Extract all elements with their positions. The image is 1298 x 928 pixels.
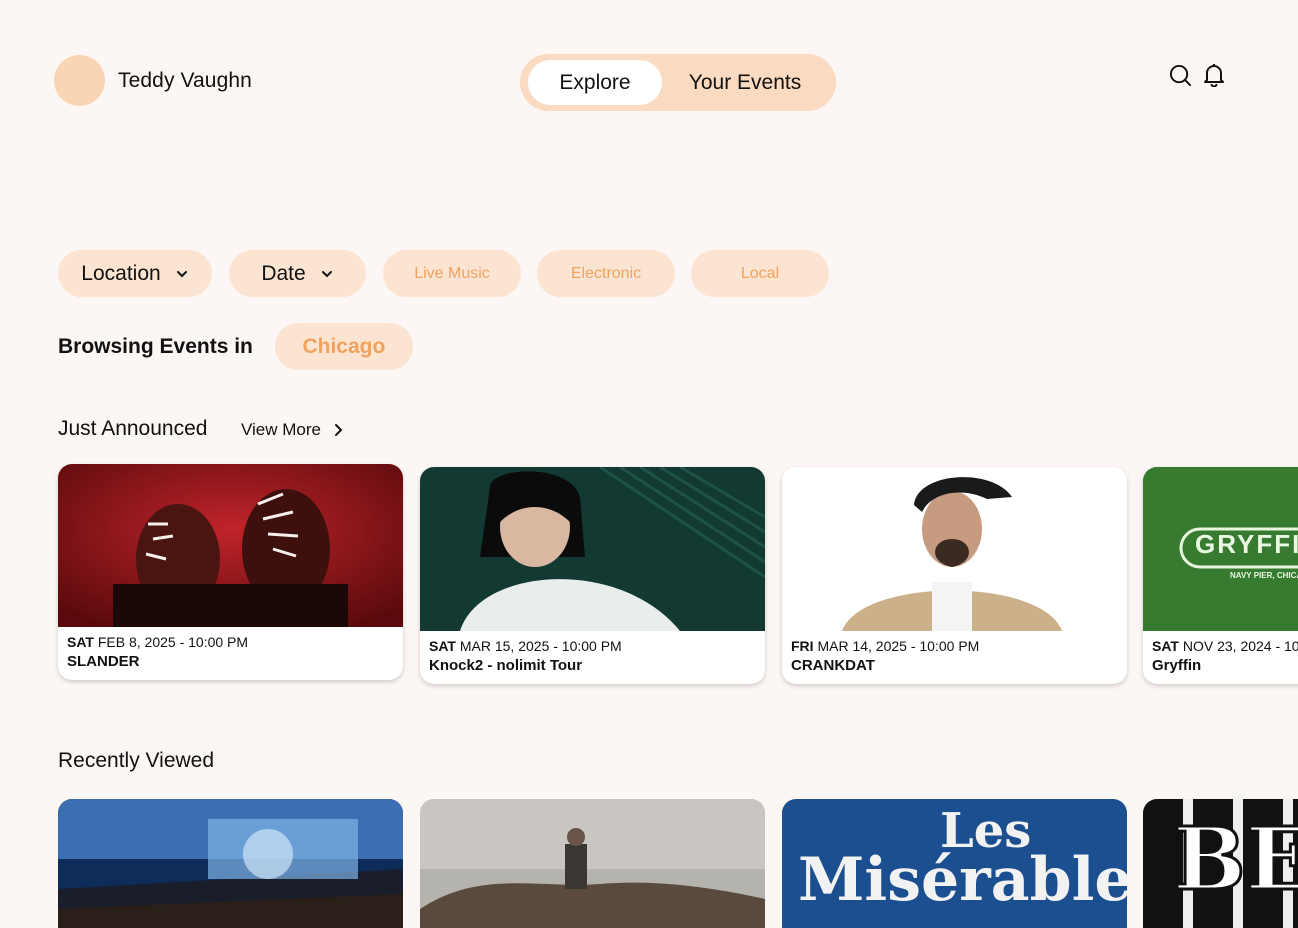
recent-event-card[interactable]: BEE — [1143, 799, 1298, 928]
date-dropdown[interactable]: Date — [229, 250, 366, 297]
poster-title: BEE — [1172, 808, 1298, 912]
avatar[interactable] — [54, 55, 105, 106]
coast-image — [420, 799, 765, 928]
view-more-label: View More — [241, 420, 321, 439]
city-selector[interactable]: Chicago — [274, 323, 413, 370]
user-profile[interactable]: Teddy Vaughn — [54, 55, 252, 106]
bell-icon[interactable] — [1202, 63, 1226, 87]
chevron-down-icon — [176, 270, 187, 277]
event-image — [782, 467, 1127, 631]
event-title: Knock2 - nolimit Tour — [429, 657, 583, 674]
section-title-just-announced: Just Announced — [58, 417, 208, 440]
event-info: FRI MAR 14, 2025 - 10:00 PM CRANKDAT — [782, 631, 1127, 684]
event-info: SAT NOV 23, 2024 - 10:00 PM Gryffin — [1143, 631, 1298, 684]
poster-title-line-2: Misérables — [798, 845, 1127, 915]
event-date: SAT NOV 23, 2024 - 10:00 PM — [1152, 638, 1298, 654]
recent-event-card[interactable]: Les Misérables — [782, 799, 1127, 928]
location-dropdown[interactable]: Location — [58, 250, 212, 297]
event-card[interactable]: GRYFFIN NAVY PIER, CHICAGO SAT NOV 23, 2… — [1143, 467, 1298, 684]
tag-local[interactable]: Local — [691, 250, 829, 297]
date-label: Date — [261, 261, 306, 285]
poster-subtitle: NAVY PIER, CHICAGO — [1230, 571, 1298, 580]
recent-event-card[interactable] — [420, 799, 765, 928]
location-label: Location — [81, 261, 161, 285]
event-image — [420, 467, 765, 631]
chevron-down-icon — [321, 270, 332, 277]
tag-electronic[interactable]: Electronic — [537, 250, 675, 297]
event-date: SAT MAR 15, 2025 - 10:00 PM — [429, 638, 622, 654]
view-toggle: Explore Your Events — [520, 54, 836, 111]
tag-live-music[interactable]: Live Music — [383, 250, 521, 297]
event-info: SAT FEB 8, 2025 - 10:00 PM SLANDER — [58, 627, 403, 680]
event-date: SAT FEB 8, 2025 - 10:00 PM — [67, 634, 249, 650]
event-title: CRANKDAT — [791, 657, 875, 674]
festival-stage-image — [58, 799, 403, 928]
section-title-recently-viewed: Recently Viewed — [58, 749, 215, 772]
browse-location: Browsing Events in Chicago — [58, 323, 413, 370]
event-info: SAT MAR 15, 2025 - 10:00 PM Knock2 - nol… — [420, 631, 765, 684]
recent-event-card[interactable] — [58, 799, 403, 928]
user-name: Teddy Vaughn — [118, 68, 252, 92]
tab-explore[interactable]: Explore — [528, 60, 662, 105]
event-title: SLANDER — [67, 653, 140, 670]
event-card[interactable]: SAT MAR 15, 2025 - 10:00 PM Knock2 - nol… — [420, 467, 765, 684]
poster-title: GRYFFIN — [1195, 529, 1298, 559]
chevron-right-icon — [335, 424, 343, 436]
tab-your-events[interactable]: Your Events — [662, 60, 828, 105]
event-date: FRI MAR 14, 2025 - 10:00 PM — [791, 638, 980, 654]
search-icon[interactable] — [1168, 63, 1192, 87]
event-card[interactable]: SAT FEB 8, 2025 - 10:00 PM SLANDER — [58, 464, 403, 680]
event-image: GRYFFIN NAVY PIER, CHICAGO — [1143, 467, 1298, 631]
event-title: Gryffin — [1152, 657, 1202, 674]
browse-label: Browsing Events in — [58, 334, 253, 358]
explore-page: Teddy Vaughn Explore Your Events Locatio… — [0, 0, 1298, 928]
view-more-link[interactable]: View More — [241, 420, 343, 440]
event-image — [58, 464, 403, 627]
header-actions — [1168, 63, 1226, 87]
event-card[interactable]: FRI MAR 14, 2025 - 10:00 PM CRANKDAT — [782, 467, 1127, 684]
